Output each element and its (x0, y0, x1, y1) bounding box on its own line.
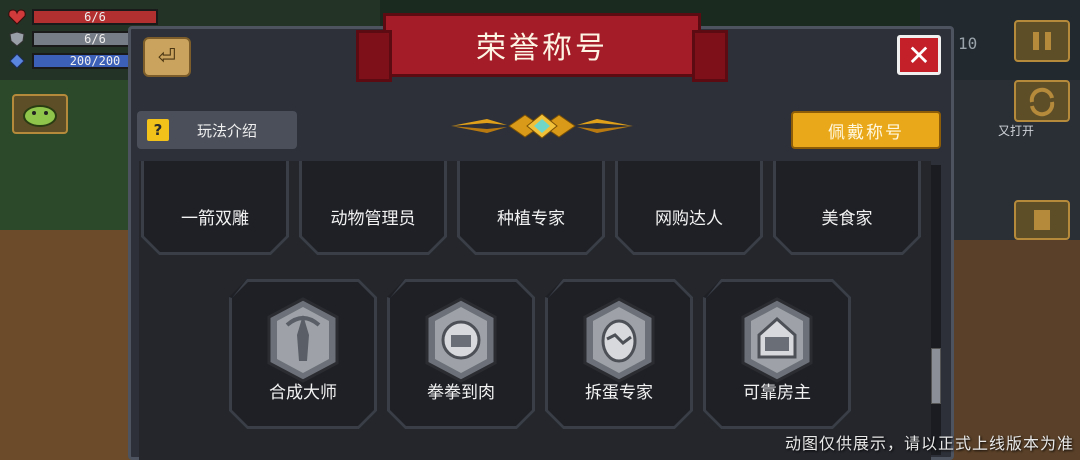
title-card[interactable]: 拆蛋专家 (545, 279, 693, 429)
egg-badge-icon (579, 295, 659, 385)
honor-title-dialog: ⏎ 荣誉称号 ✕ ? 玩法介绍 佩戴称号 一箭双雕 动物管理员 种植专家 网购达人 美食… (128, 13, 954, 460)
title-card[interactable]: 动物管理员 (299, 161, 447, 255)
title-card[interactable]: 一箭双雕 (141, 161, 289, 255)
title-card[interactable]: 拳拳到肉 (387, 279, 535, 429)
background-floor-left (0, 80, 140, 460)
shield-icon (9, 31, 25, 47)
house-1p-badge-icon (737, 295, 817, 385)
title-card-name: 可靠房主 (743, 383, 811, 403)
wing-emblem-icon (451, 113, 633, 139)
hp-bar: 6/6 (32, 9, 158, 25)
title-card[interactable]: 网购达人 (615, 161, 763, 255)
energy-crystal-icon (9, 53, 25, 69)
pet-button[interactable] (12, 94, 68, 134)
title-card-name: 美食家 (821, 209, 873, 229)
forge-badge-icon (263, 295, 343, 385)
title-card-name: 网购达人 (655, 209, 723, 229)
title-card[interactable]: 美食家 (773, 161, 921, 255)
swap-icon (1029, 87, 1055, 117)
title-card-name: 种植专家 (497, 209, 565, 229)
background-dirt-left (0, 230, 140, 460)
gameplay-intro-label: 玩法介绍 (197, 121, 258, 140)
close-icon: ✕ (907, 38, 931, 72)
dialog-title: 荣誉称号 (476, 31, 608, 66)
swap-weapon-button[interactable] (1014, 80, 1070, 122)
fist-badge-icon (421, 295, 501, 385)
close-button[interactable]: ✕ (897, 35, 941, 75)
title-card[interactable]: 种植专家 (457, 161, 605, 255)
equip-title-button[interactable]: 佩戴称号 (791, 111, 941, 149)
back-button[interactable]: ⏎ (143, 37, 191, 77)
skill-icon (1034, 210, 1050, 230)
question-icon: ? (147, 119, 169, 141)
back-icon: ⏎ (157, 44, 177, 70)
pause-icon (1033, 32, 1051, 50)
title-card-name: 拳拳到肉 (427, 383, 495, 403)
title-card-name: 动物管理员 (330, 209, 416, 229)
hp-value: 6/6 (84, 10, 106, 24)
skill-button[interactable] (1014, 200, 1070, 240)
pause-button[interactable] (1014, 20, 1070, 62)
side-note-text: 又打开 (997, 124, 1034, 138)
title-banner: 荣誉称号 (356, 13, 728, 82)
title-card[interactable]: 合成大师 (229, 279, 377, 429)
background-dirt-right (950, 240, 1080, 460)
level-indicator: 10 (958, 34, 978, 53)
title-card-name: 拆蛋专家 (585, 383, 653, 403)
title-card-name: 一箭双雕 (181, 209, 249, 229)
pet-icon (23, 105, 57, 127)
scrollbar[interactable] (931, 165, 941, 455)
heart-icon (8, 9, 26, 25)
title-list: 一箭双雕 动物管理员 种植专家 网购达人 美食家 合成大师 拳拳到肉 拆蛋专家 可靠房主 (139, 161, 931, 460)
scroll-thumb[interactable] (931, 348, 941, 404)
gameplay-intro-button[interactable]: ? 玩法介绍 (137, 111, 297, 149)
hp-stat: 6/6 (8, 8, 158, 26)
title-card-name: 合成大师 (269, 383, 337, 403)
disclaimer-caption: 动图仅供展示，请以正式上线版本为准 (784, 434, 1074, 453)
title-card[interactable]: 可靠房主 (703, 279, 851, 429)
